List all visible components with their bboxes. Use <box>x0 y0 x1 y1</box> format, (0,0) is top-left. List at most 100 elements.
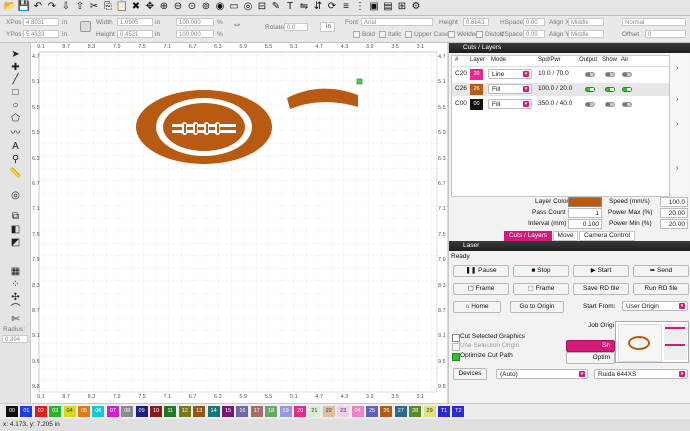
copy-icon[interactable]: ⎘ <box>102 1 114 13</box>
layer-color-chip[interactable]: 26 <box>470 84 483 95</box>
polyline-icon[interactable]: 〰 <box>9 125 22 139</box>
polygon-icon[interactable]: ⬠ <box>9 112 22 124</box>
edit-nodes-icon[interactable]: ✚ <box>9 61 22 73</box>
paste-icon[interactable]: 📋 <box>116 1 128 13</box>
layer-up-icon[interactable]: › <box>676 65 678 72</box>
position-pin-icon[interactable]: ⚲ <box>9 153 22 165</box>
layer-air-toggle[interactable] <box>622 87 632 92</box>
select-arrow-icon[interactable]: ➤ <box>9 48 22 60</box>
align-x-select[interactable]: Middle <box>568 18 604 26</box>
cut-selected-checkbox[interactable] <box>452 334 460 342</box>
palette-swatch-08[interactable]: 08 <box>121 406 134 417</box>
layer-mode-select[interactable]: Fill ▾ <box>488 99 532 109</box>
scale-height-input[interactable]: 100.000 <box>176 30 214 38</box>
offset-icon[interactable]: ◎ <box>9 189 22 201</box>
job-origin-preview[interactable] <box>615 321 689 363</box>
export-icon[interactable]: ⇧ <box>74 1 86 13</box>
palette-swatch-21[interactable]: 21 <box>308 406 321 417</box>
rounded-corner-icon[interactable]: ⌒ <box>9 301 22 315</box>
welded-checkbox[interactable] <box>448 31 455 38</box>
home-button[interactable]: ⌂ Home <box>453 301 501 313</box>
palette-swatch-16[interactable]: 16 <box>236 406 249 417</box>
palette-swatch-01[interactable]: 01 <box>20 406 33 417</box>
layer-show-toggle[interactable] <box>605 102 615 107</box>
layer-output-toggle[interactable] <box>585 72 595 77</box>
measure-icon[interactable]: 📏 <box>9 167 22 179</box>
layer-move-icon[interactable]: › <box>676 121 678 128</box>
palette-swatch-23[interactable]: 23 <box>337 406 350 417</box>
text-tool-icon[interactable]: A <box>9 140 22 152</box>
devices-button[interactable]: Devices <box>453 368 487 380</box>
tab-camera-control[interactable]: Camera Control <box>579 231 635 241</box>
weld-icon[interactable]: ⊞ <box>396 1 408 13</box>
start-button[interactable]: ▶ Start <box>573 265 629 277</box>
palette-swatch-22[interactable]: 22 <box>322 406 335 417</box>
palette-swatch-T2[interactable]: T2 <box>452 406 465 417</box>
layer-show-toggle[interactable] <box>605 87 615 92</box>
layer-air-toggle[interactable] <box>622 102 632 107</box>
send-button[interactable]: ➦ Send <box>633 265 689 277</box>
palette-swatch-07[interactable]: 07 <box>106 406 119 417</box>
radius-input[interactable]: 0.394 <box>2 335 28 343</box>
layer-output-toggle[interactable] <box>585 87 595 92</box>
layer-air-toggle[interactable] <box>622 72 632 77</box>
optimization-settings-button[interactable]: Optim <box>566 352 615 364</box>
palette-swatch-15[interactable]: 15 <box>222 406 234 417</box>
trim-icon[interactable]: ✄ <box>9 313 22 325</box>
rect-tool-icon[interactable]: □ <box>9 86 22 98</box>
text-style-select[interactable]: Normal <box>622 18 686 26</box>
palette-swatch-26[interactable]: 26 <box>380 406 393 417</box>
tab-move[interactable]: Move <box>553 231 578 241</box>
rotate-icon[interactable]: ⟳ <box>326 1 338 13</box>
ypos-input[interactable]: 5.4333 <box>23 30 59 38</box>
use-selection-origin-checkbox[interactable] <box>452 343 460 351</box>
pause-button[interactable]: ❚❚ Pause <box>453 265 509 277</box>
cut-icon[interactable]: ✂ <box>88 1 100 13</box>
layer-down-icon[interactable]: › <box>676 96 678 103</box>
palette-swatch-05[interactable]: 05 <box>78 406 90 417</box>
frame-dotted-button[interactable]: ⬚ Frame <box>513 283 569 295</box>
palette-swatch-17[interactable]: 17 <box>250 406 263 417</box>
save-icon[interactable]: 💾 <box>18 1 30 13</box>
interval-input[interactable]: 0.100 <box>568 219 602 229</box>
palette-swatch-24[interactable]: 24 <box>351 406 364 417</box>
boolean-intersect-icon[interactable]: ◩ <box>9 236 22 248</box>
layer-color-chip[interactable]: 20 <box>470 69 483 80</box>
football-graphic[interactable] <box>136 90 272 164</box>
palette-swatch-06[interactable]: 06 <box>92 406 105 417</box>
vspace-input[interactable]: 0.00 <box>523 30 545 38</box>
palette-swatch-02[interactable]: 02 <box>34 406 47 417</box>
boolean-union-icon[interactable]: ⧉ <box>9 210 22 222</box>
palette-swatch-04[interactable]: 04 <box>63 406 76 417</box>
camera-icon[interactable]: ◉ <box>214 1 226 13</box>
text-height-input[interactable]: 0.8643 <box>463 18 489 26</box>
pen-icon[interactable]: ✎ <box>270 1 282 13</box>
ellipse-icon[interactable]: ○ <box>9 99 22 111</box>
palette-swatch-18[interactable]: 18 <box>265 406 278 417</box>
distort-checkbox[interactable] <box>476 31 483 38</box>
palette-swatch-12[interactable]: 12 <box>178 406 191 417</box>
zoom-out-icon[interactable]: ⊖ <box>172 1 184 13</box>
font-select[interactable]: Arial <box>361 18 433 26</box>
group-icon[interactable]: ▣ <box>368 1 380 13</box>
layer-output-toggle[interactable] <box>585 102 595 107</box>
design-canvas[interactable]: 9.1 9.1 8.7 8.7 8.3 8.3 7.9 7.9 7.5 7.5 7.1 7.1 6.7 6… <box>31 43 447 403</box>
palette-swatch-25[interactable]: 25 <box>366 406 378 417</box>
xpos-input[interactable]: 4.8031 <box>23 18 59 26</box>
palette-swatch-29[interactable]: 29 <box>423 406 436 417</box>
align-icon[interactable]: ≡ <box>340 1 352 13</box>
distribute-icon[interactable]: ⋮ <box>354 1 366 13</box>
move-icon[interactable]: ✥ <box>144 1 156 13</box>
palette-swatch-T1[interactable]: T1 <box>438 406 450 417</box>
palette-swatch-19[interactable]: 19 <box>279 406 292 417</box>
zoom-frame-icon[interactable]: ⊙ <box>186 1 198 13</box>
power-min-input[interactable]: 20.00 <box>660 219 688 229</box>
mirror-icon[interactable]: ⇔ <box>232 19 242 30</box>
height-input[interactable]: 0.4521 <box>117 30 153 38</box>
palette-swatch-11[interactable]: 11 <box>164 406 177 417</box>
upper-case-checkbox[interactable] <box>405 31 412 38</box>
layer-row[interactable]: C26 26 Fill ▾ 100.0 / 20.0 <box>452 83 669 96</box>
run-rd-button[interactable]: Run RD file <box>633 283 689 295</box>
tab-tool-icon[interactable]: ⊟ <box>256 1 268 13</box>
grid-array-icon[interactable]: ⁘ <box>9 278 22 290</box>
